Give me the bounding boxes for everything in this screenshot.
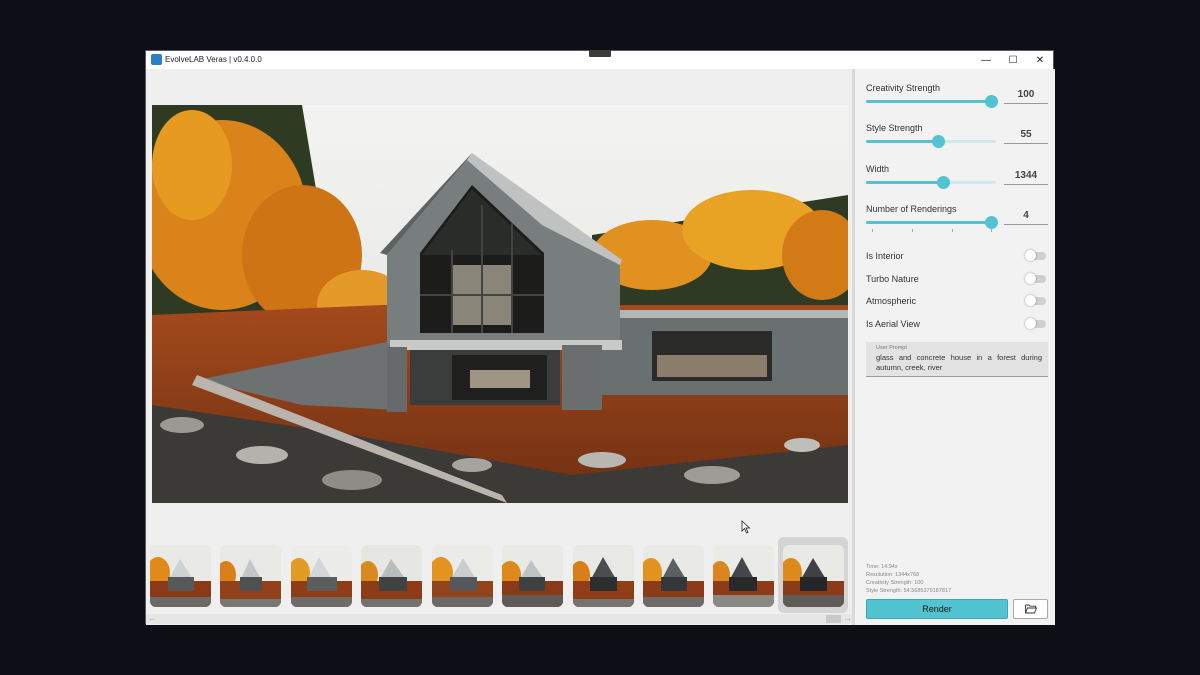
is-aerial-view-toggle[interactable] bbox=[1025, 318, 1046, 329]
slider-fill bbox=[866, 100, 991, 103]
stat-resolution: Resolution: 1344x768 bbox=[866, 572, 920, 578]
rendering-gallery bbox=[150, 537, 850, 613]
thumbnail-image bbox=[643, 545, 704, 607]
folder-open-icon bbox=[1024, 604, 1037, 614]
turbo-nature-toggle[interactable] bbox=[1025, 273, 1046, 284]
slider-fill bbox=[866, 181, 943, 184]
style-strength-label: Style Strength bbox=[866, 123, 923, 133]
veras-app-icon bbox=[151, 54, 162, 65]
settings-panel: Creativity Strength 100 Style Strength 5… bbox=[855, 69, 1055, 625]
tick-mark bbox=[872, 229, 873, 232]
number-of-renderings-value[interactable]: 4 bbox=[1004, 210, 1048, 225]
tick-mark bbox=[991, 229, 992, 232]
render-button[interactable]: Render bbox=[866, 599, 1008, 619]
toggle-knob bbox=[1025, 318, 1036, 329]
width-value[interactable]: 1344 bbox=[1004, 170, 1048, 185]
thumbnail-image bbox=[150, 545, 211, 607]
gallery-thumbnail[interactable] bbox=[291, 545, 352, 607]
scroll-left-arrow-icon[interactable]: ← bbox=[148, 614, 156, 623]
gallery-thumbnail[interactable] bbox=[573, 545, 634, 607]
style-strength-slider[interactable] bbox=[866, 135, 996, 148]
thumbnail-image bbox=[361, 545, 422, 607]
minimize-button[interactable]: — bbox=[972, 51, 1000, 69]
slider-fill bbox=[866, 140, 938, 143]
thumbnail-image bbox=[220, 545, 281, 607]
width-label: Width bbox=[866, 164, 890, 174]
thumbnail-image bbox=[291, 545, 352, 607]
stat-creativity: Creativity Strength: 100 bbox=[866, 580, 924, 586]
is-aerial-view-label: Is Aerial View bbox=[866, 319, 920, 329]
tick-mark bbox=[952, 229, 953, 232]
maximize-button[interactable]: ☐ bbox=[999, 51, 1027, 69]
title-bar[interactable]: EvolveLAB Veras | v0.4.0.0 — ☐ ✕ bbox=[146, 50, 1054, 69]
gallery-thumbnail[interactable] bbox=[150, 545, 211, 607]
creativity-strength-slider[interactable] bbox=[866, 95, 998, 108]
gallery-thumbnail[interactable] bbox=[220, 545, 281, 607]
is-interior-label: Is Interior bbox=[866, 251, 904, 261]
gallery-thumbnail-selected[interactable] bbox=[778, 537, 848, 613]
thumbnail-image bbox=[783, 545, 844, 607]
thumbnail-image bbox=[502, 545, 563, 607]
slider-knob[interactable] bbox=[931, 135, 945, 148]
window-title: EvolveLAB Veras | v0.4.0.0 bbox=[165, 55, 262, 64]
toggle-knob bbox=[1025, 273, 1036, 284]
creativity-strength-label: Creativity Strength bbox=[866, 83, 941, 93]
slider-knob[interactable] bbox=[936, 176, 950, 189]
slider-knob[interactable] bbox=[984, 216, 998, 229]
creativity-strength-value[interactable]: 100 bbox=[1004, 89, 1048, 104]
toggle-knob bbox=[1025, 295, 1036, 306]
atmospheric-toggle[interactable] bbox=[1025, 295, 1046, 306]
is-interior-toggle[interactable] bbox=[1025, 250, 1046, 261]
gallery-thumbnail[interactable] bbox=[361, 545, 422, 607]
number-of-renderings-slider[interactable] bbox=[866, 216, 998, 229]
slider-ticks bbox=[872, 229, 992, 233]
slider-fill bbox=[866, 221, 991, 224]
stat-style: Style Strength: 54.5685279187817 bbox=[866, 588, 952, 594]
thumbnail-image bbox=[573, 545, 634, 607]
gallery-thumbnail[interactable] bbox=[643, 545, 704, 607]
app-window: EvolveLAB Veras | v0.4.0.0 — ☐ ✕ ← → Cre… bbox=[145, 50, 1055, 625]
turbo-nature-label: Turbo Nature bbox=[866, 274, 919, 284]
user-prompt-label: User Prompt bbox=[876, 345, 907, 351]
slider-knob[interactable] bbox=[984, 95, 998, 108]
house-render-illustration bbox=[152, 105, 848, 503]
thumbnail-image bbox=[432, 545, 493, 607]
tick-mark bbox=[912, 229, 913, 232]
user-prompt-text[interactable]: glass and concrete house in a forest dur… bbox=[876, 353, 1042, 373]
user-prompt-field[interactable]: User Prompt glass and concrete house in … bbox=[866, 342, 1048, 377]
style-strength-value[interactable]: 55 bbox=[1004, 129, 1048, 144]
gallery-scrollbar[interactable]: ← → bbox=[146, 614, 852, 624]
main-render-image[interactable] bbox=[152, 105, 848, 503]
mouse-pointer-icon bbox=[741, 520, 751, 534]
stat-time: Time: 14.94s bbox=[866, 564, 898, 570]
number-of-renderings-label: Number of Renderings bbox=[866, 204, 957, 214]
toggle-knob bbox=[1025, 250, 1036, 261]
render-stats: Time: 14.94s Resolution: 1344x768 Creati… bbox=[866, 563, 951, 595]
render-area: ← → bbox=[146, 69, 852, 625]
gallery-thumbnail[interactable] bbox=[502, 545, 563, 607]
thumbnail-image bbox=[713, 545, 774, 607]
close-button[interactable]: ✕ bbox=[1026, 51, 1054, 69]
gallery-thumbnail[interactable] bbox=[432, 545, 493, 607]
gallery-thumbnail[interactable] bbox=[713, 545, 774, 607]
atmospheric-label: Atmospheric bbox=[866, 296, 917, 306]
open-folder-button[interactable] bbox=[1013, 599, 1048, 619]
scrollbar-thumb[interactable] bbox=[826, 615, 841, 623]
drag-grip-icon[interactable] bbox=[589, 50, 611, 57]
scroll-right-arrow-icon[interactable]: → bbox=[844, 614, 852, 623]
width-slider[interactable] bbox=[866, 176, 996, 189]
